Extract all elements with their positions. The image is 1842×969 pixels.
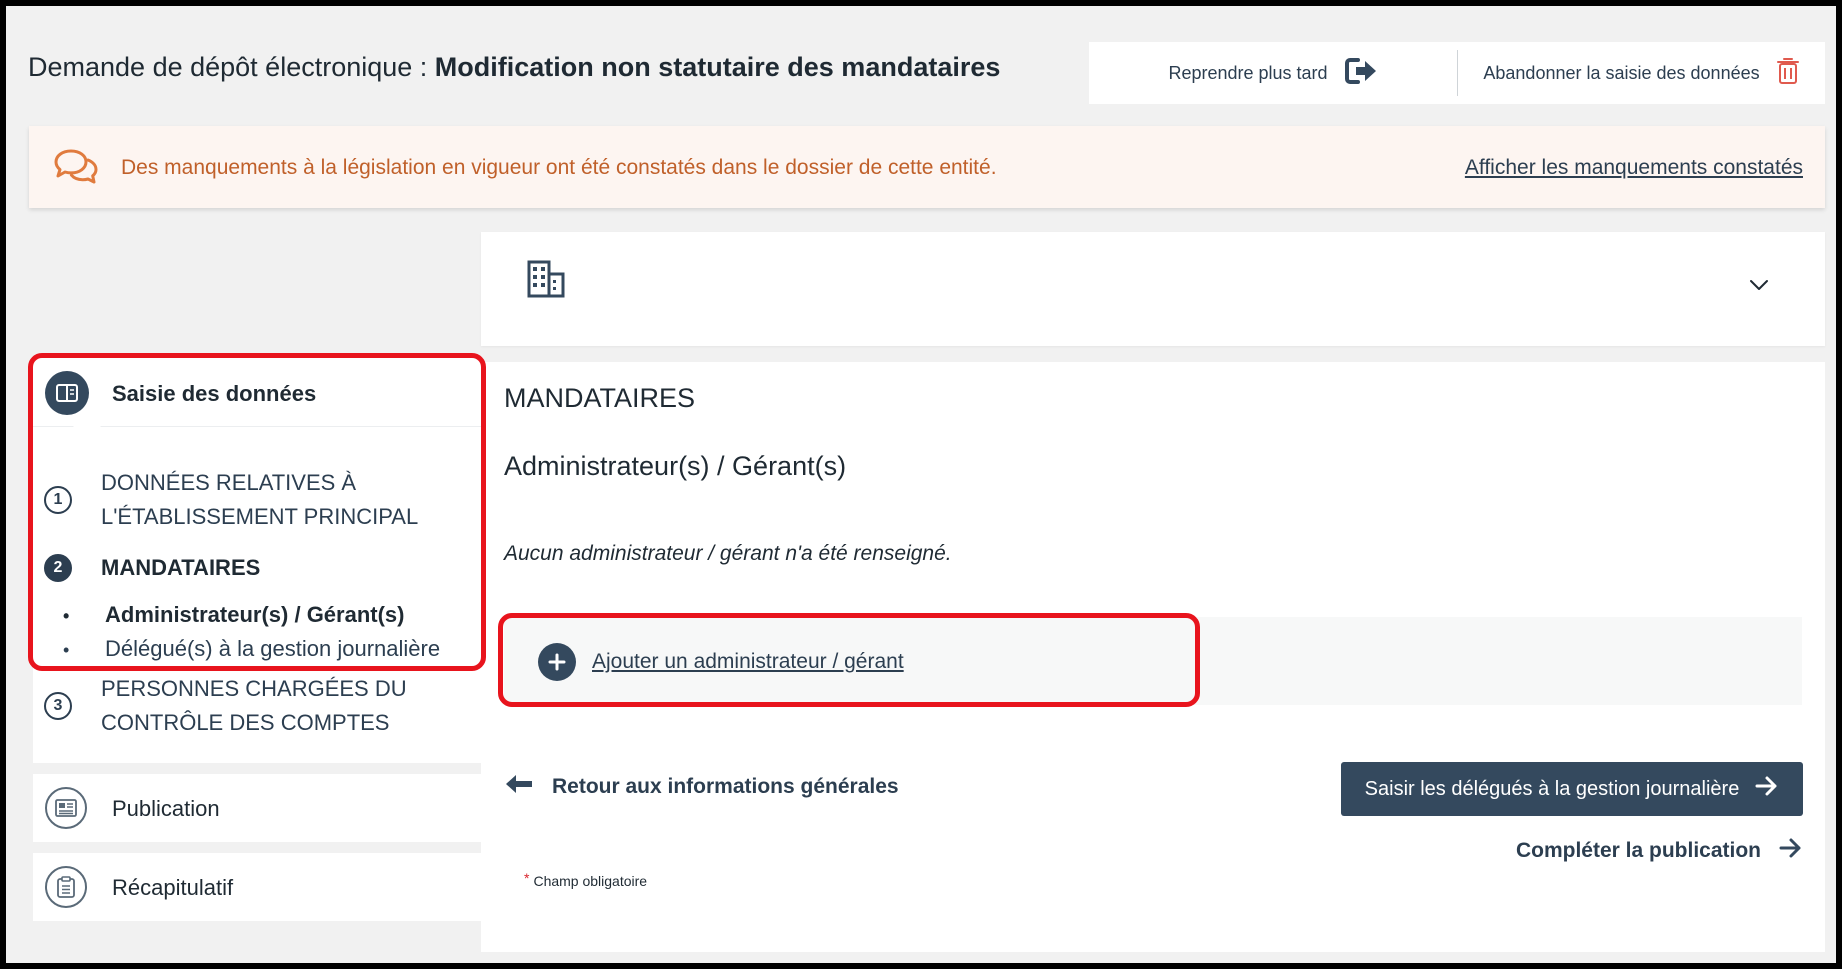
substep-administrators[interactable]: • Administrateur(s) / Gérant(s)	[63, 602, 405, 628]
step-1-number: 1	[44, 486, 72, 514]
resume-later-button[interactable]: Reprendre plus tard	[1089, 42, 1457, 104]
step-3-label: PERSONNES CHARGÉES DU CONTRÔLE DES COMPT…	[101, 672, 407, 740]
step-2-number: 2	[44, 554, 72, 582]
show-violations-link[interactable]: Afficher les manquements constatés	[1465, 156, 1803, 180]
step-3[interactable]: 3 PERSONNES CHARGÉES DU CONTRÔLE DES COM…	[33, 670, 481, 742]
compliance-alert: Des manquements à la législation en vigu…	[29, 126, 1825, 208]
exit-icon	[1344, 56, 1378, 91]
clipboard-icon	[45, 866, 87, 908]
newspaper-icon	[45, 787, 87, 829]
required-note: * Champ obligatoire	[524, 870, 647, 889]
alert-message: Des manquements à la législation en vigu…	[121, 156, 997, 179]
complete-publication-label: Compléter la publication	[1515, 839, 1761, 862]
back-link-label: Retour aux informations générales	[552, 775, 899, 798]
building-icon	[527, 260, 565, 303]
next-delegates-label: Saisir les délégués à la gestion journal…	[1364, 777, 1740, 800]
complete-publication-link[interactable]: Compléter la publication	[1516, 837, 1803, 865]
step-1[interactable]: 1 DONNÉES RELATIVES À L'ÉTABLISSEMENT PR…	[33, 464, 481, 536]
arrow-right-icon	[1755, 775, 1779, 803]
sidebar-header-label: Saisie des données	[112, 381, 317, 406]
sub-title: Administrateur(s) / Gérant(s)	[504, 451, 847, 481]
empty-message: Aucun administrateur / gérant n'a été re…	[504, 542, 952, 565]
bullet: •	[63, 640, 70, 660]
substep-delegates-label: Délégué(s) à la gestion journalière	[105, 636, 441, 661]
bullet: •	[63, 606, 70, 626]
trash-icon	[1776, 56, 1800, 91]
step-3-label-line1: PERSONNES CHARGÉES DU	[101, 676, 407, 701]
chat-bubbles-icon	[53, 148, 99, 191]
required-star: *	[524, 870, 530, 886]
abandon-label: Abandonner la saisie des données	[1483, 62, 1760, 83]
sidebar-item-publication[interactable]: Publication	[33, 774, 481, 842]
step-3-number: 3	[44, 692, 72, 720]
plus-icon	[538, 643, 576, 681]
step-1-label-line1: DONNÉES RELATIVES À	[101, 470, 357, 495]
arrow-left-icon	[504, 773, 534, 801]
header-actions: Reprendre plus tard Abandonner la saisie…	[1089, 42, 1825, 104]
arrow-right-icon	[1779, 837, 1803, 865]
sidebar-header[interactable]: Saisie des données	[33, 358, 481, 427]
resume-later-label: Reprendre plus tard	[1168, 62, 1328, 83]
header-notch	[73, 426, 101, 440]
section-title: MANDATAIRES	[504, 383, 696, 413]
step-2-label: MANDATAIRES	[101, 555, 261, 580]
step-3-label-line2: CONTRÔLE DES COMPTES	[101, 710, 390, 735]
main-card: MANDATAIRES Administrateur(s) / Gérant(s…	[481, 362, 1825, 952]
step-1-label-line2: L'ÉTABLISSEMENT PRINCIPAL	[101, 504, 419, 529]
required-note-label: Champ obligatoire	[533, 873, 648, 889]
publication-label: Publication	[112, 796, 220, 821]
sidebar-item-recap[interactable]: Récapitulatif	[33, 853, 481, 921]
chevron-down-icon[interactable]	[1749, 278, 1769, 296]
page-title-prefix: Demande de dépôt électronique :	[28, 52, 435, 82]
recap-label: Récapitulatif	[112, 875, 234, 900]
step-1-label: DONNÉES RELATIVES À L'ÉTABLISSEMENT PRIN…	[101, 466, 418, 534]
add-administrator-button[interactable]: Ajouter un administrateur / gérant	[538, 643, 904, 681]
page-title-bold: Modification non statutaire des mandatai…	[434, 52, 1001, 82]
entity-card	[481, 232, 1825, 346]
abandon-button[interactable]: Abandonner la saisie des données	[1458, 42, 1825, 104]
back-link[interactable]: Retour aux informations générales	[504, 773, 899, 801]
page-title: Demande de dépôt électronique : Modifica…	[28, 52, 1000, 83]
add-row: Ajouter un administrateur / gérant	[504, 617, 1802, 705]
sidebar-steps: Saisie des données 1 DONNÉES RELATIVES À…	[33, 358, 481, 763]
app-window: Demande de dépôt électronique : Modifica…	[0, 0, 1842, 969]
add-administrator-label: Ajouter un administrateur / gérant	[592, 650, 904, 673]
substep-delegates[interactable]: • Délégué(s) à la gestion journalière	[63, 636, 440, 662]
data-entry-icon	[45, 371, 89, 415]
step-2[interactable]: 2 MANDATAIRES	[33, 548, 481, 588]
substep-administrators-label: Administrateur(s) / Gérant(s)	[105, 602, 405, 627]
next-delegates-button[interactable]: Saisir les délégués à la gestion journal…	[1341, 762, 1803, 816]
